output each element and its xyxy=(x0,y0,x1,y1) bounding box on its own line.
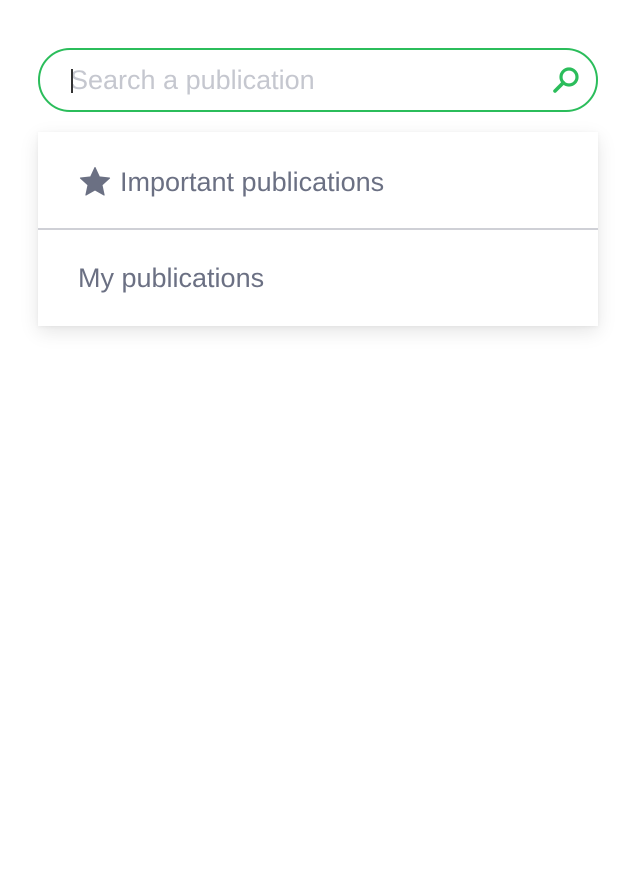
text-cursor xyxy=(71,69,73,93)
search-input[interactable] xyxy=(70,50,540,110)
search-bar xyxy=(38,48,598,112)
page: Important publications My publications xyxy=(0,0,640,890)
dropdown-item-label: My publications xyxy=(78,262,265,293)
search-dropdown: Important publications My publications xyxy=(38,132,598,326)
dropdown-item-label: Important publications xyxy=(120,166,385,197)
search-icon[interactable] xyxy=(551,65,581,95)
star-icon xyxy=(79,166,111,196)
dropdown-item-my-publications[interactable]: My publications xyxy=(38,230,598,326)
dropdown-item-important-publications[interactable]: Important publications xyxy=(38,134,598,230)
